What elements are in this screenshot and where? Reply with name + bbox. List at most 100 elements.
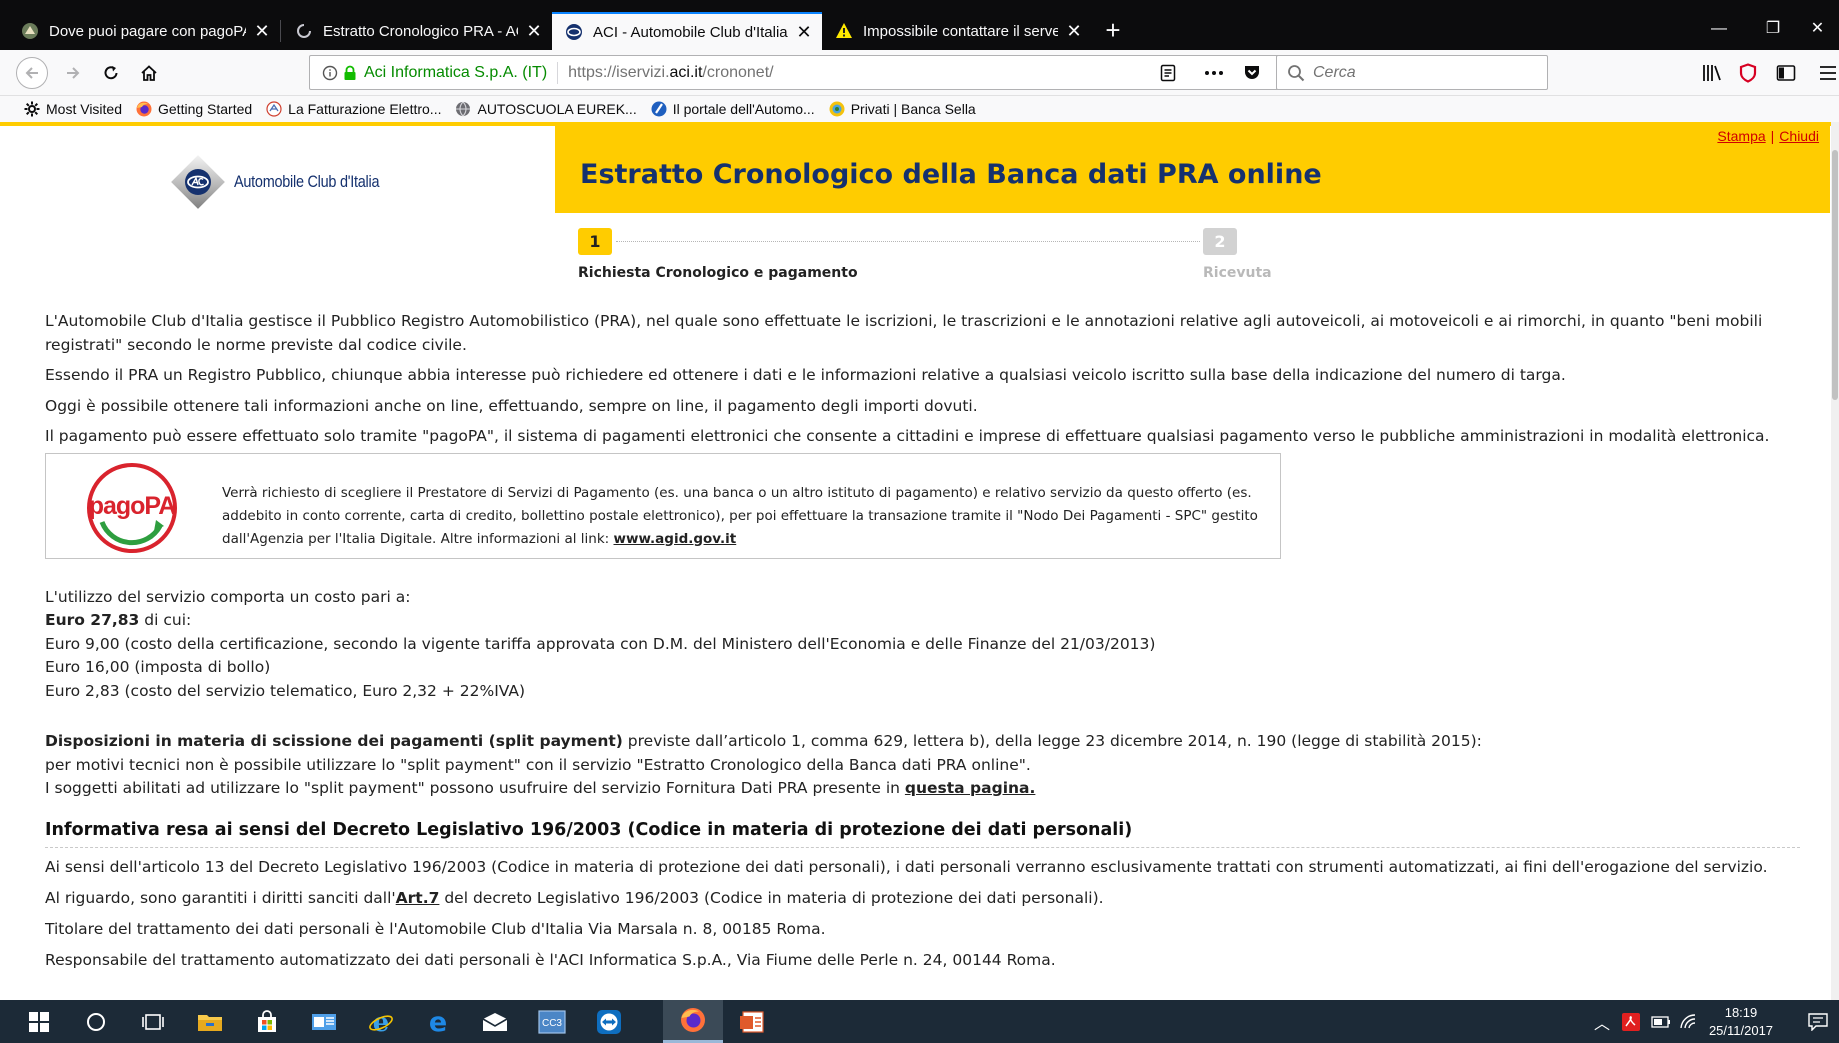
tab-aci-active[interactable]: ACI - Automobile Club d'Italia - ✕ — [552, 12, 822, 50]
step-2-label: Ricevuta — [1203, 265, 1272, 281]
bank-icon — [829, 101, 845, 117]
scrollbar-thumb[interactable] — [1832, 150, 1838, 400]
minimize-button[interactable]: — — [1694, 14, 1744, 44]
reload-button[interactable] — [95, 57, 127, 89]
cost-intro: L'utilizzo del servizio comporta un cost… — [45, 587, 411, 606]
close-icon[interactable]: ✕ — [254, 22, 270, 40]
battery-icon[interactable] — [1648, 1000, 1674, 1043]
pagopa-text: Verrà richiesto di scegliere il Prestato… — [222, 484, 1258, 547]
art7-link[interactable]: Art.7 — [396, 889, 440, 907]
main-content: L'Automobile Club d'Italia gestisce il P… — [45, 310, 1805, 972]
back-arrow-icon — [16, 57, 48, 89]
edge-button[interactable]: e — [409, 1000, 466, 1043]
firefox-icon — [681, 1008, 705, 1032]
folder-icon — [197, 1014, 222, 1031]
bookmark-getting-started[interactable]: Getting Started — [136, 101, 252, 117]
step-1-badge: 1 — [578, 228, 612, 255]
new-tab-button[interactable]: + — [1098, 14, 1128, 48]
task-view-button[interactable] — [124, 1000, 181, 1043]
split-heading-suffix: previste dall’articolo 1, comma 629, let… — [622, 732, 1482, 750]
library-button[interactable] — [1694, 57, 1730, 89]
cortana-button[interactable] — [67, 1000, 124, 1043]
start-button[interactable] — [10, 1000, 67, 1043]
hamburger-icon — [1819, 66, 1836, 80]
firefox-icon — [136, 101, 152, 117]
site-identity[interactable]: Aci Informatica S.p.A. (IT) — [364, 64, 547, 82]
search-input[interactable]: Cerca — [1276, 55, 1548, 90]
acrobat-tray-icon[interactable] — [1618, 1000, 1644, 1043]
close-icon[interactable]: ✕ — [1066, 22, 1082, 40]
agid-link[interactable]: www.agid.gov.it — [614, 531, 737, 547]
url-domain: aci.it — [669, 63, 703, 81]
action-center-icon[interactable] — [1800, 1000, 1836, 1043]
search-placeholder: Cerca — [1313, 63, 1356, 81]
firefox-taskbar-button[interactable] — [663, 1000, 723, 1043]
split-line: I soggetti abilitati ad utilizzare lo "s… — [45, 779, 905, 797]
invoice-icon — [266, 101, 282, 117]
pagopa-description: Verrà richiesto di scegliere il Prestato… — [222, 482, 1262, 551]
shield-icon — [1739, 63, 1757, 83]
bookmark-most-visited[interactable]: Most Visited — [24, 101, 122, 117]
close-window-button[interactable]: ✕ — [1796, 14, 1839, 44]
step-2-badge: 2 — [1203, 228, 1237, 255]
close-link[interactable]: Chiudi — [1779, 128, 1819, 144]
pagopa-logo: pagoPA — [87, 462, 177, 553]
forward-button[interactable] — [57, 57, 89, 89]
mail-button[interactable] — [466, 1000, 523, 1043]
url-text[interactable]: https://iservizi.aci.it/crononet/ — [568, 64, 773, 82]
bookmarks-toolbar: Most Visited Getting Started La Fatturaz… — [0, 96, 1839, 122]
pocket-icon[interactable] — [1233, 56, 1271, 89]
ublock-button[interactable] — [1730, 57, 1766, 89]
bookmark-autoscuola[interactable]: AUTOSCUOLA EUREK... — [455, 101, 637, 117]
maximize-button[interactable]: ❐ — [1748, 14, 1798, 44]
cc3-button[interactable]: CC3 — [523, 1000, 580, 1043]
bookmark-label: Privati | Banca Sella — [850, 101, 976, 117]
bookmark-banca-sella[interactable]: Privati | Banca Sella — [829, 101, 976, 117]
home-button[interactable] — [133, 57, 165, 89]
acrobat-button[interactable] — [723, 1000, 780, 1043]
page-actions-icon[interactable] — [1195, 56, 1233, 89]
tab-estratto[interactable]: Estratto Cronologico PRA - ACI ✕ — [282, 12, 552, 50]
questa-pagina-link[interactable]: questa pagina. — [905, 779, 1035, 797]
privacy-paragraph: Al riguardo, sono garantiti i diritti sa… — [45, 887, 1805, 910]
store-button[interactable] — [238, 1000, 295, 1043]
privacy-section: Ai sensi dell'articolo 13 del Decreto Le… — [45, 856, 1805, 972]
windows-icon — [28, 1011, 49, 1032]
reload-icon — [104, 66, 118, 80]
outlook-icon — [311, 1013, 336, 1030]
tab-label: ACI - Automobile Club d'Italia - — [593, 23, 788, 41]
close-icon[interactable]: ✕ — [796, 23, 812, 41]
url-bar[interactable]: Aci Informatica S.p.A. (IT) https://iser… — [309, 55, 1310, 90]
page-scrollbar[interactable] — [1831, 122, 1839, 1000]
edge-icon: e — [428, 1009, 446, 1035]
print-link[interactable]: Stampa — [1717, 128, 1765, 144]
back-button[interactable] — [16, 57, 48, 89]
info-icon[interactable] — [322, 65, 338, 81]
tab-separator — [280, 20, 281, 42]
close-icon[interactable]: ✕ — [526, 22, 542, 40]
sidebar-button[interactable] — [1768, 57, 1804, 89]
bookmark-fatturazione[interactable]: La Fatturazione Elettro... — [266, 101, 441, 117]
file-explorer-button[interactable] — [181, 1000, 238, 1043]
menu-button[interactable] — [1816, 57, 1839, 89]
show-hidden-icons[interactable]: ︿ — [1590, 1000, 1614, 1043]
navigation-toolbar: Aci Informatica S.p.A. (IT) https://iser… — [0, 50, 1839, 96]
cost-total-suffix: di cui: — [139, 611, 192, 629]
aci-logo[interactable]: Automobile Club d'Italia — [168, 152, 405, 212]
clock-date: 25/11/2017 — [1708, 1023, 1774, 1038]
outlook-button[interactable] — [295, 1000, 352, 1043]
mail-icon — [482, 1012, 507, 1031]
forward-arrow-icon — [67, 67, 80, 79]
system-clock[interactable]: 18:19 25/11/2017 — [1696, 1004, 1786, 1040]
split-line-with-link: I soggetti abilitati ad utilizzare lo "s… — [45, 777, 1805, 801]
intro-paragraph: Oggi è possibile ottenere tali informazi… — [45, 396, 978, 415]
tab-server-error[interactable]: Impossibile contattare il server ✕ — [822, 12, 1092, 50]
bookmark-portale[interactable]: Il portale dell'Automo... — [651, 101, 815, 117]
internet-explorer-button[interactable]: e — [352, 1000, 409, 1043]
tab-pagopa[interactable]: Dove puoi pagare con pagoPA ✕ — [8, 12, 280, 50]
reader-view-icon[interactable] — [1149, 56, 1187, 89]
teamviewer-button[interactable] — [580, 1000, 637, 1043]
privacy-text: del decreto Legislativo 196/2003 (Codice… — [439, 889, 1104, 907]
intro-paragraph: L'Automobile Club d'Italia gestisce il P… — [45, 312, 1763, 354]
privacy-paragraph: Titolare del trattamento dei dati person… — [45, 920, 826, 938]
